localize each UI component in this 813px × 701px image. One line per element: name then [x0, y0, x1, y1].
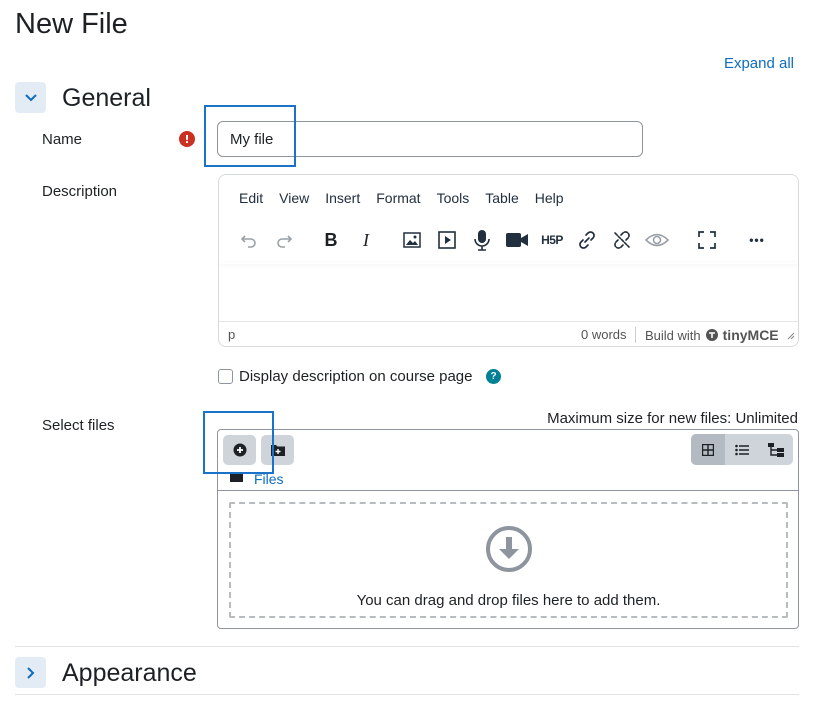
highlight-box-name [204, 105, 296, 167]
help-icon[interactable]: ? [486, 369, 501, 384]
more-icon[interactable]: ••• [742, 225, 772, 255]
download-circle-icon [486, 526, 532, 572]
menu-tools[interactable]: Tools [429, 190, 478, 206]
editor-menubar: Edit View Insert Format Tools Table Help [231, 190, 572, 206]
display-description-label: Display description on course page [239, 368, 473, 385]
highlight-box-add-file [203, 411, 274, 474]
display-description-checkbox[interactable] [218, 369, 233, 384]
exclamation-icon: ! [179, 131, 195, 147]
menu-format[interactable]: Format [368, 190, 428, 206]
page-title: New File [15, 8, 128, 40]
chevron-down-icon [24, 93, 37, 101]
description-editor: Edit View Insert Format Tools Table Help… [218, 174, 799, 347]
expand-all-link[interactable]: Expand all [724, 55, 794, 72]
resize-handle-icon[interactable] [785, 330, 795, 340]
description-label: Description [42, 183, 118, 200]
chevron-right-icon [26, 666, 34, 679]
media-icon[interactable] [432, 225, 462, 255]
toolbar-divider [219, 263, 798, 264]
name-label: Name [42, 131, 83, 148]
general-collapse-toggle[interactable] [15, 82, 46, 113]
view-switcher [691, 434, 793, 465]
tree-view-button[interactable] [759, 434, 793, 465]
section-divider [15, 646, 799, 647]
drop-zone-text: You can drag and drop files here to add … [356, 592, 661, 609]
file-manager-divider [218, 490, 798, 491]
bold-icon[interactable]: B [316, 225, 346, 255]
max-size-text: Maximum size for new files: Unlimited [547, 410, 798, 427]
menu-help[interactable]: Help [527, 190, 572, 206]
italic-icon[interactable]: I [351, 225, 381, 255]
icons-view-button[interactable] [691, 434, 725, 465]
link-icon[interactable] [572, 225, 602, 255]
word-count[interactable]: 0 words [581, 327, 636, 343]
video-camera-icon[interactable] [502, 225, 532, 255]
section-title-general: General [62, 84, 151, 112]
drop-zone[interactable]: You can drag and drop files here to add … [229, 502, 788, 618]
fullscreen-icon[interactable] [692, 225, 722, 255]
appearance-expand-toggle[interactable] [15, 657, 46, 688]
unlink-icon[interactable] [607, 225, 637, 255]
list-icon [735, 444, 749, 455]
element-path[interactable]: p [228, 327, 235, 342]
tinymce-logo-icon [705, 329, 718, 341]
editor-statusbar: p 0 words Build with tinyMCE [219, 321, 798, 346]
section-divider-bottom [15, 694, 799, 695]
redo-icon[interactable] [269, 225, 299, 255]
tinymce-branding[interactable]: Build with tinyMCE [645, 327, 795, 343]
built-with-text: Build with [645, 327, 701, 343]
menu-table[interactable]: Table [477, 190, 526, 206]
menu-edit[interactable]: Edit [231, 190, 271, 206]
tinymce-brand: tinyMCE [722, 327, 779, 343]
editor-toolbar: B I H5P ••• [234, 225, 784, 255]
menu-view[interactable]: View [271, 190, 317, 206]
image-icon[interactable] [397, 225, 427, 255]
menu-insert[interactable]: Insert [317, 190, 368, 206]
eye-icon[interactable] [642, 225, 672, 255]
section-title-appearance: Appearance [62, 659, 197, 687]
grid-icon [702, 443, 714, 456]
tree-icon [768, 442, 784, 457]
microphone-icon[interactable] [467, 225, 497, 255]
select-files-label: Select files [42, 417, 115, 434]
h5p-icon[interactable]: H5P [537, 225, 567, 255]
list-view-button[interactable] [725, 434, 759, 465]
undo-icon[interactable] [234, 225, 264, 255]
file-manager: Files You can drag and drop files here t… [217, 429, 799, 629]
